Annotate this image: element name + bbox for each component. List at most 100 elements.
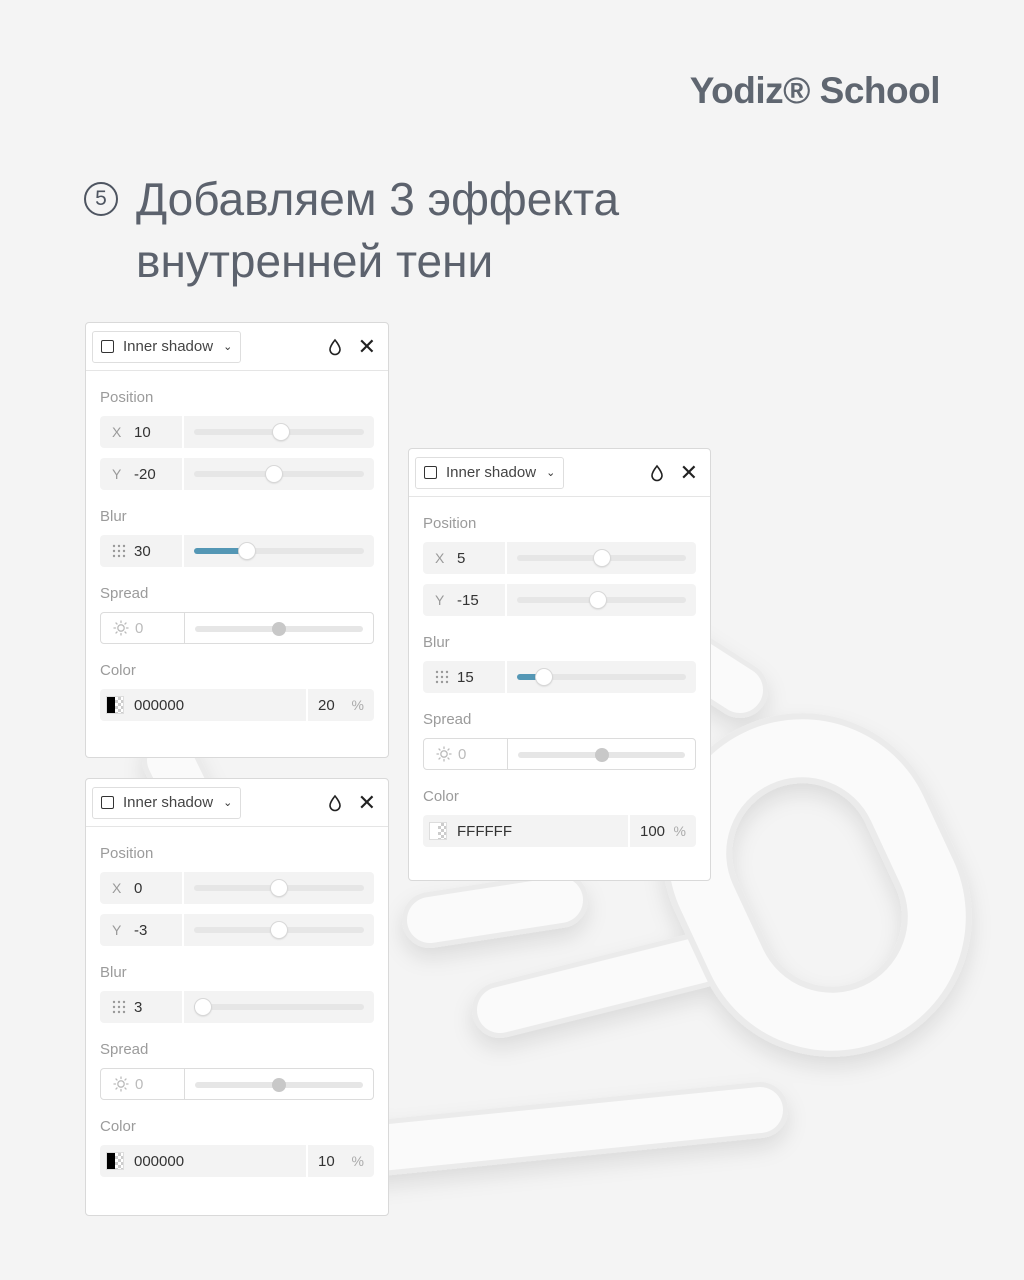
spread-row: 0: [100, 1068, 374, 1100]
color-hex-input[interactable]: 000000: [134, 697, 184, 714]
blend-mode-drop-icon[interactable]: [326, 794, 344, 812]
spread-value-input[interactable]: 0: [458, 746, 466, 763]
x-slider-handle[interactable]: [271, 880, 287, 896]
y-slider-handle[interactable]: [590, 592, 607, 608]
effect-panel-1: Inner shadow ⌄ ✕ Position X 10 Y -20 Blur …: [85, 322, 389, 758]
panel-header: Inner shadow ⌄ ✕: [86, 779, 388, 827]
x-value-input[interactable]: 0: [134, 880, 142, 897]
opacity-input[interactable]: 100: [640, 823, 665, 840]
blur-icon: [435, 670, 449, 684]
blur-row: 30: [100, 535, 374, 567]
y-value-input[interactable]: -15: [457, 592, 479, 609]
spread-slider-handle[interactable]: [594, 748, 609, 762]
chevron-down-icon: ⌄: [223, 341, 233, 353]
x-value-input[interactable]: 10: [134, 424, 151, 441]
effect-panel-2: Inner shadow ⌄ ✕ Position X5 Y -15 Blur 1…: [408, 448, 711, 881]
percent-sign: %: [673, 823, 686, 839]
x-value-input[interactable]: 5: [457, 550, 465, 567]
y-row: Y -15: [423, 584, 696, 616]
panel-header: Inner shadow ⌄ ✕: [86, 323, 388, 371]
blur-row: 3: [100, 991, 374, 1023]
y-row: Y -20: [100, 458, 374, 490]
y-slider-handle[interactable]: [265, 466, 282, 482]
y-value-input[interactable]: -20: [134, 466, 156, 483]
blur-label: Blur: [100, 508, 127, 525]
color-row: 000000 10 %: [100, 1145, 374, 1177]
x-row: X5: [423, 542, 696, 574]
color-label: Color: [100, 1118, 136, 1135]
spread-slider-handle[interactable]: [272, 1078, 286, 1092]
effect-type-label: Inner shadow: [446, 464, 537, 481]
x-row: X0: [100, 872, 374, 904]
spread-icon: [113, 1076, 129, 1092]
x-axis-label: X: [112, 424, 122, 440]
y-slider-handle[interactable]: [271, 922, 287, 938]
spread-label: Spread: [100, 1041, 149, 1058]
blur-row: 15: [423, 661, 696, 693]
percent-sign: %: [351, 1153, 364, 1169]
blur-slider-handle[interactable]: [194, 999, 211, 1015]
inner-shadow-icon: [101, 796, 114, 809]
blur-icon: [112, 1000, 126, 1014]
percent-sign: %: [351, 697, 364, 713]
blend-mode-drop-icon[interactable]: [326, 338, 344, 356]
blur-slider-handle[interactable]: [238, 543, 255, 559]
blur-value-input[interactable]: 3: [134, 999, 142, 1016]
color-label: Color: [423, 788, 459, 805]
spread-value-input[interactable]: 0: [135, 620, 143, 637]
blur-value-input[interactable]: 30: [134, 543, 151, 560]
close-icon[interactable]: ✕: [358, 791, 376, 813]
title-line-2: внутренней тени: [136, 235, 494, 287]
step-number-badge: 5: [84, 182, 118, 216]
color-row: 000000 20 %: [100, 689, 374, 721]
y-value-input[interactable]: -3: [134, 922, 147, 939]
spread-slider-handle[interactable]: [272, 622, 286, 636]
effect-type-dropdown[interactable]: Inner shadow ⌄: [92, 330, 242, 363]
spread-row: 0: [423, 738, 696, 770]
effect-type-dropdown[interactable]: Inner shadow ⌄: [92, 786, 242, 819]
effect-type-label: Inner shadow: [123, 338, 214, 355]
brand-logo: Yodiz® School: [689, 70, 941, 111]
effect-panel-3: Inner shadow ⌄ ✕ Position X0 Y -3 Blur 3 …: [85, 778, 389, 1216]
spread-row: 0: [100, 612, 374, 644]
spread-icon: [436, 746, 452, 762]
y-axis-label: Y: [112, 466, 122, 482]
effect-type-dropdown[interactable]: Inner shadow ⌄: [415, 456, 565, 489]
x-row: X 10: [100, 416, 374, 448]
color-swatch[interactable]: [429, 822, 447, 840]
blur-label: Blur: [100, 964, 127, 981]
opacity-input[interactable]: 10: [318, 1153, 335, 1170]
blur-icon: [112, 544, 126, 558]
color-swatch[interactable]: [106, 696, 124, 714]
spread-icon: [113, 620, 129, 636]
spread-value-input[interactable]: 0: [135, 1076, 143, 1093]
close-icon[interactable]: ✕: [358, 335, 376, 357]
position-label: Position: [423, 515, 477, 532]
spread-label: Spread: [100, 585, 149, 602]
position-label: Position: [100, 389, 154, 406]
close-icon[interactable]: ✕: [680, 461, 698, 483]
y-row: Y -3: [100, 914, 374, 946]
inner-shadow-icon: [101, 340, 114, 353]
panel-header: Inner shadow ⌄ ✕: [409, 449, 710, 497]
x-axis-label: X: [435, 550, 445, 566]
x-slider-handle[interactable]: [272, 424, 289, 440]
title-line-1: Добавляем 3 эффекта: [136, 173, 620, 225]
y-axis-label: Y: [435, 592, 445, 608]
x-slider-handle[interactable]: [593, 550, 610, 566]
effect-type-label: Inner shadow: [123, 794, 214, 811]
inner-shadow-icon: [424, 466, 437, 479]
x-axis-label: X: [112, 880, 122, 896]
blur-value-input[interactable]: 15: [457, 669, 474, 686]
opacity-input[interactable]: 20: [318, 697, 335, 714]
color-swatch[interactable]: [106, 1152, 124, 1170]
position-label: Position: [100, 845, 154, 862]
blend-mode-drop-icon[interactable]: [648, 464, 666, 482]
y-axis-label: Y: [112, 922, 122, 938]
blur-slider-handle[interactable]: [536, 669, 553, 685]
color-row: FFFFFF 100 %: [423, 815, 696, 847]
page-title: Добавляем 3 эффекта внутренней тени: [136, 168, 619, 292]
color-hex-input[interactable]: FFFFFF: [457, 823, 512, 840]
spread-label: Spread: [423, 711, 472, 728]
color-hex-input[interactable]: 000000: [134, 1153, 184, 1170]
